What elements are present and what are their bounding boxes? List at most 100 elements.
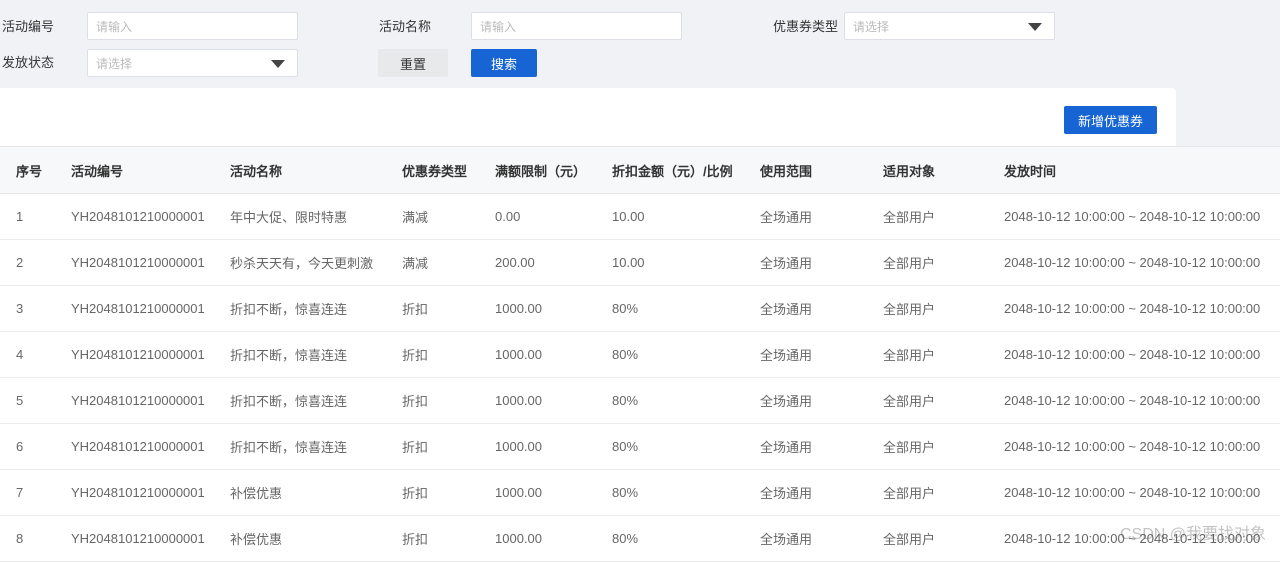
chevron-down-icon — [1028, 23, 1042, 31]
cell-threshold: 1000.00 — [495, 377, 612, 424]
cell-issue-time: 2048-10-12 10:00:00 ~ 2048-10-12 10:00:0… — [1004, 377, 1280, 424]
search-button[interactable]: 搜索 — [471, 49, 537, 77]
cell-activity-code: YH2048101210000001 — [71, 285, 230, 332]
coupon-type-select[interactable]: 请选择 — [844, 12, 1055, 40]
cell-issue-time: 2048-10-12 10:00:00 ~ 2048-10-12 10:00:0… — [1004, 469, 1280, 516]
cell-scope: 全场通用 — [760, 423, 883, 470]
cell-activity-code: YH2048101210000001 — [71, 193, 230, 240]
column-header-issue-time: 发放时间 — [1004, 146, 1280, 194]
column-header-index: 序号 — [0, 146, 71, 194]
table-row[interactable]: 2 YH2048101210000001 秒杀天天有，今天更刺激 满减 200.00 10… — [0, 239, 1280, 286]
issue-status-select[interactable]: 请选择 — [87, 49, 298, 77]
cell-threshold: 1000.00 — [495, 515, 612, 562]
cell-discount: 80% — [612, 285, 760, 332]
column-header-threshold: 满额限制（元） — [495, 146, 612, 194]
cell-scope: 全场通用 — [760, 377, 883, 424]
cell-activity-name: 折扣不断，惊喜连连 — [230, 331, 402, 378]
table-row[interactable]: 8 YH2048101210000001 补偿优惠 折扣 1000.00 80% 全场通用全… — [0, 515, 1280, 562]
table-row[interactable]: 1 YH2048101210000001 年中大促、限时特惠 满减 0.00 10.00 全… — [0, 193, 1280, 240]
table-row[interactable]: 5 YH2048101210000001 折扣不断，惊喜连连 折扣 1000.00 80%… — [0, 377, 1280, 424]
table-row[interactable]: 7 YH2048101210000001 补偿优惠 折扣 1000.00 80% 全场通用全… — [0, 469, 1280, 516]
cell-index: 2 — [0, 239, 71, 286]
cell-coupon-type: 满减 — [402, 193, 495, 240]
cell-activity-code: YH2048101210000001 — [71, 423, 230, 470]
activity-code-input[interactable]: 请输入 — [87, 12, 298, 40]
chevron-down-icon — [271, 60, 285, 68]
cell-issue-time: 2048-10-12 10:00:00 ~ 2048-10-12 10:00:0… — [1004, 331, 1280, 378]
cell-discount: 80% — [612, 377, 760, 424]
cell-index: 6 — [0, 423, 71, 470]
column-header-activity-name: 活动名称 — [230, 146, 402, 194]
coupon-type-label: 优惠券类型 — [773, 19, 839, 34]
cell-target: 全部用户 — [883, 423, 1004, 470]
cell-threshold: 1000.00 — [495, 423, 612, 470]
cell-index: 1 — [0, 193, 71, 240]
coupon-type-placeholder: 请选择 — [853, 19, 890, 34]
cell-issue-time: 2048-10-12 10:00:00 ~ 2048-10-12 10:00:0… — [1004, 193, 1280, 240]
cell-discount: 80% — [612, 331, 760, 378]
reset-button[interactable]: 重置 — [378, 49, 448, 77]
activity-code-label: 活动编号 — [2, 19, 55, 34]
cell-threshold: 1000.00 — [495, 331, 612, 378]
cell-coupon-type: 折扣 — [402, 331, 495, 378]
coupon-table: 序号 活动编号 活动名称 优惠券类型 满额限制（元） 折扣金额（元）/比例 使用… — [0, 146, 1280, 562]
table-row[interactable]: 4 YH2048101210000001 折扣不断，惊喜连连 折扣 1000.00 80%… — [0, 331, 1280, 378]
cell-issue-time: 2048-10-12 10:00:00 ~ 2048-10-12 10:00:0… — [1004, 515, 1280, 562]
column-header-scope: 使用范围 — [760, 146, 883, 194]
activity-code-placeholder: 请输入 — [96, 19, 133, 34]
cell-threshold: 200.00 — [495, 239, 612, 286]
cell-activity-name: 补偿优惠 — [230, 469, 402, 516]
table-row[interactable]: 3 YH2048101210000001 折扣不断，惊喜连连 折扣 1000.00 80%… — [0, 285, 1280, 332]
column-header-target: 适用对象 — [883, 146, 1004, 194]
cell-scope: 全场通用 — [760, 469, 883, 516]
cell-activity-code: YH2048101210000001 — [71, 331, 230, 378]
activity-name-label: 活动名称 — [379, 19, 432, 34]
cell-activity-code: YH2048101210000001 — [71, 377, 230, 424]
cell-scope: 全场通用 — [760, 331, 883, 378]
column-header-activity-code: 活动编号 — [71, 146, 230, 194]
cell-threshold: 1000.00 — [495, 285, 612, 332]
cell-scope: 全场通用 — [760, 515, 883, 562]
cell-discount: 80% — [612, 515, 760, 562]
cell-target: 全部用户 — [883, 515, 1004, 562]
cell-scope: 全场通用 — [760, 239, 883, 286]
cell-activity-code: YH2048101210000001 — [71, 239, 230, 286]
cell-index: 3 — [0, 285, 71, 332]
cell-target: 全部用户 — [883, 331, 1004, 378]
cell-activity-name: 折扣不断，惊喜连连 — [230, 377, 402, 424]
activity-name-input[interactable]: 请输入 — [471, 12, 682, 40]
cell-index: 7 — [0, 469, 71, 516]
cell-index: 8 — [0, 515, 71, 562]
add-coupon-button[interactable]: 新增优惠券 — [1064, 106, 1157, 134]
cell-issue-time: 2048-10-12 10:00:00 ~ 2048-10-12 10:00:0… — [1004, 423, 1280, 470]
cell-discount: 10.00 — [612, 193, 760, 240]
table-row[interactable]: 6 YH2048101210000001 折扣不断，惊喜连连 折扣 1000.00 80%… — [0, 423, 1280, 470]
cell-activity-code: YH2048101210000001 — [71, 469, 230, 516]
cell-coupon-type: 折扣 — [402, 515, 495, 562]
cell-coupon-type: 折扣 — [402, 423, 495, 470]
column-header-coupon-type: 优惠券类型 — [402, 146, 495, 194]
cell-scope: 全场通用 — [760, 193, 883, 240]
cell-activity-code: YH2048101210000001 — [71, 515, 230, 562]
cell-discount: 80% — [612, 423, 760, 470]
cell-coupon-type: 折扣 — [402, 377, 495, 424]
column-header-discount: 折扣金额（元）/比例 — [612, 146, 760, 194]
cell-target: 全部用户 — [883, 377, 1004, 424]
cell-discount: 80% — [612, 469, 760, 516]
cell-target: 全部用户 — [883, 285, 1004, 332]
activity-name-placeholder: 请输入 — [480, 19, 517, 34]
cell-index: 5 — [0, 377, 71, 424]
cell-scope: 全场通用 — [760, 285, 883, 332]
cell-threshold: 1000.00 — [495, 469, 612, 516]
cell-activity-name: 年中大促、限时特惠 — [230, 193, 402, 240]
table-header-row: 序号 活动编号 活动名称 优惠券类型 满额限制（元） 折扣金额（元）/比例 使用… — [0, 146, 1280, 194]
cell-activity-name: 补偿优惠 — [230, 515, 402, 562]
cell-activity-name: 折扣不断，惊喜连连 — [230, 423, 402, 470]
cell-target: 全部用户 — [883, 193, 1004, 240]
cell-coupon-type: 折扣 — [402, 469, 495, 516]
cell-activity-name: 折扣不断，惊喜连连 — [230, 285, 402, 332]
cell-issue-time: 2048-10-12 10:00:00 ~ 2048-10-12 10:00:0… — [1004, 285, 1280, 332]
cell-threshold: 0.00 — [495, 193, 612, 240]
cell-target: 全部用户 — [883, 239, 1004, 286]
cell-discount: 10.00 — [612, 239, 760, 286]
